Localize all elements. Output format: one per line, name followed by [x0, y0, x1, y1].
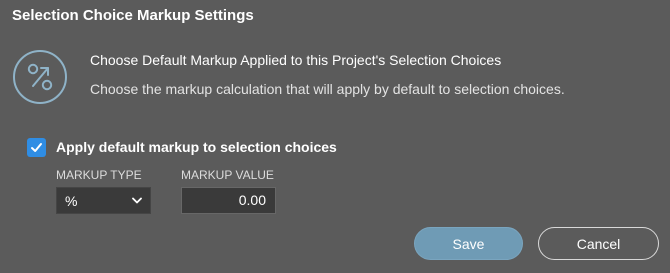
info-description: Choose the markup calculation that will …	[90, 81, 565, 97]
checkmark-icon	[31, 143, 42, 152]
cancel-button[interactable]: Cancel	[538, 227, 659, 260]
save-button[interactable]: Save	[414, 227, 523, 260]
markup-type-value: %	[65, 192, 78, 209]
markup-type-select[interactable]: %	[56, 187, 151, 214]
markup-settings-dialog: Selection Choice Markup Settings Choose …	[0, 0, 670, 273]
markup-value-input[interactable]: 0.00	[181, 187, 276, 214]
dialog-title: Selection Choice Markup Settings	[12, 7, 254, 24]
chevron-down-icon	[132, 197, 142, 204]
percent-circle-icon	[12, 49, 68, 105]
apply-default-markup-checkbox[interactable]	[27, 138, 46, 157]
apply-default-markup-label[interactable]: Apply default markup to selection choice…	[56, 139, 337, 155]
markup-type-label: MARKUP TYPE	[56, 168, 142, 182]
info-heading: Choose Default Markup Applied to this Pr…	[90, 52, 502, 68]
markup-value-label: MARKUP VALUE	[181, 168, 274, 182]
